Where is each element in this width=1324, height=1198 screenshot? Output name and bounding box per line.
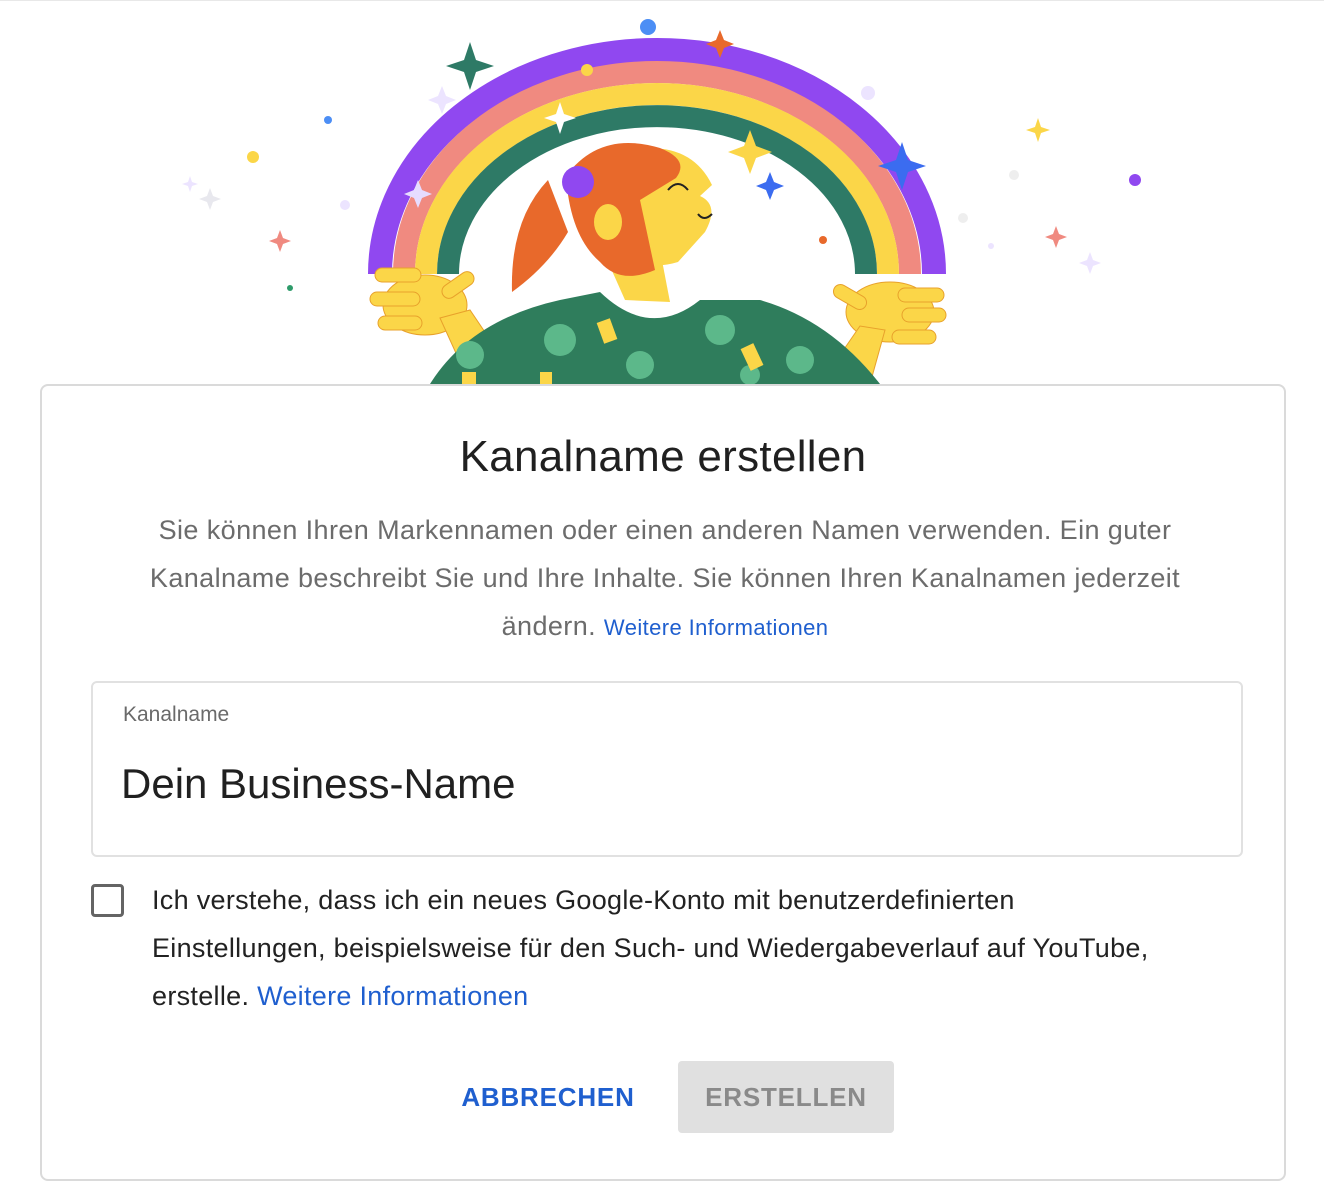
dialog-description: Sie können Ihren Markennamen oder einen … bbox=[102, 506, 1228, 652]
consent-learn-more-link[interactable]: Weitere Informationen bbox=[257, 981, 528, 1011]
channel-name-label: Kanalname bbox=[123, 703, 230, 726]
cancel-button[interactable]: ABBRECHEN bbox=[448, 1061, 648, 1133]
consent-text-block: Ich verstehe, dass ich ein neues Google-… bbox=[152, 876, 1182, 1020]
learn-more-link[interactable]: Weitere Informationen bbox=[604, 615, 828, 640]
channel-name-field[interactable]: Kanalname bbox=[91, 681, 1243, 857]
rainbow-person-illustration bbox=[182, 19, 1141, 384]
create-button[interactable]: ERSTELLEN bbox=[678, 1061, 894, 1133]
channel-name-input[interactable] bbox=[121, 751, 1201, 817]
header-illustration bbox=[0, 0, 1324, 384]
create-channel-dialog: Kanalname erstellen Sie können Ihren Mar… bbox=[40, 384, 1286, 1181]
dialog-title: Kanalname erstellen bbox=[459, 432, 867, 481]
consent-checkbox[interactable] bbox=[91, 884, 124, 917]
